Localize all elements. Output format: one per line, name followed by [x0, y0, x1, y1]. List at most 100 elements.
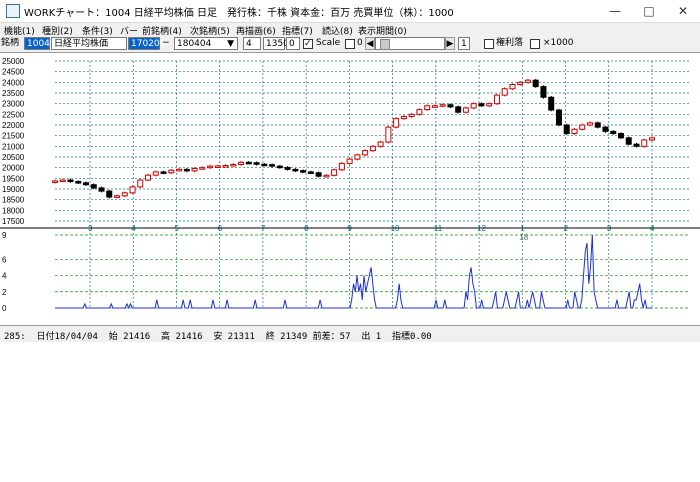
indicator-tick-label: 4	[2, 272, 7, 281]
candle-body	[594, 122, 601, 128]
candle-body	[548, 96, 555, 111]
scale-checkbox[interactable]: ✓	[303, 39, 313, 49]
chart-grid	[55, 60, 690, 308]
end-date-select[interactable]: 180404 ▼	[174, 37, 238, 50]
candle-body	[571, 128, 578, 135]
candle-body	[160, 171, 167, 174]
start-date-field[interactable]: 170208	[128, 37, 165, 50]
candle-body	[493, 94, 500, 105]
candle-body	[393, 118, 400, 128]
candle-body	[176, 168, 183, 172]
window-title: WORKチャート：1004 日経平均株価 日足 発行株：千株 資本金：百万 売買…	[24, 8, 454, 19]
chevron-down-icon: ▼	[227, 39, 234, 49]
candle-body	[447, 104, 454, 108]
price-tick-label: 24000	[2, 78, 25, 87]
candle-body	[59, 179, 66, 183]
candle-body	[408, 113, 415, 117]
status-line: 285: 日付18/04/04 始 21416 高 21416 安 21311 …	[4, 332, 432, 342]
candle-body	[67, 179, 74, 183]
candle-body	[152, 171, 159, 176]
price-tick-label: 18500	[2, 196, 25, 205]
candle-body	[579, 124, 586, 130]
price-tick-label: 23500	[2, 89, 25, 98]
candle-body	[602, 126, 609, 132]
code-label: 銘柄	[1, 38, 20, 48]
scroll-right-button[interactable]: ▶	[445, 37, 455, 50]
period-field[interactable]: 4	[243, 37, 261, 50]
candle-body	[610, 130, 617, 135]
candle-body	[331, 169, 338, 176]
check-icon: ✓	[304, 39, 312, 49]
price-tick-label: 21500	[2, 132, 25, 141]
candle-body	[300, 170, 307, 173]
maximize-button[interactable]: □	[632, 0, 666, 22]
option-checkbox[interactable]	[345, 39, 355, 49]
candle-body	[501, 88, 508, 96]
candles	[52, 78, 655, 199]
candle-body	[83, 182, 90, 186]
step-field[interactable]: 1	[458, 37, 470, 50]
candle-body	[307, 171, 314, 174]
indicator-tick-label: 9	[2, 231, 7, 240]
candle-body	[362, 150, 369, 156]
scroll-track[interactable]	[375, 37, 445, 50]
toolbar: 銘柄 1004 日経平均株価 170208 − 180404 ▼ 4 1350 0…	[0, 36, 700, 52]
candle-body	[168, 169, 175, 174]
unit-checkbox[interactable]	[530, 39, 540, 49]
candle-body	[137, 179, 144, 188]
candle-body	[238, 161, 245, 165]
candle-body	[90, 184, 97, 189]
indicator-tick-label: 0	[2, 304, 7, 313]
price-tick-label: 19500	[2, 174, 25, 183]
candle-body	[129, 186, 136, 194]
candle-body	[222, 165, 229, 168]
count-field[interactable]: 1350	[263, 37, 289, 50]
candle-body	[424, 105, 431, 111]
candle-body	[106, 190, 113, 198]
price-tick-label: 20500	[2, 153, 25, 162]
rights-adjust-checkbox[interactable]	[484, 39, 494, 49]
close-button[interactable]: ✕	[666, 0, 700, 22]
candle-body	[315, 172, 322, 177]
candle-body	[633, 143, 640, 147]
rights-adjust-label: 権利落	[496, 38, 524, 48]
candle-body	[563, 124, 570, 135]
offset-field[interactable]: 0	[286, 37, 300, 50]
candle-body	[253, 162, 260, 165]
candle-body	[517, 81, 524, 85]
scroll-thumb[interactable]	[380, 39, 390, 50]
candle-body	[292, 168, 299, 172]
scroll-left-button[interactable]: ◀	[365, 37, 375, 50]
price-tick-label: 22500	[2, 110, 25, 119]
candle-body	[400, 115, 407, 120]
price-tick-label: 25000	[2, 57, 25, 66]
stock-name-field[interactable]: 日経平均株価	[51, 37, 127, 50]
candle-body	[354, 154, 361, 160]
candle-body	[276, 165, 283, 169]
title-bar: WORKチャート：1004 日経平均株価 日足 発行株：千株 資本金：百万 売買…	[0, 0, 700, 23]
minimize-button[interactable]: —	[598, 0, 632, 22]
price-tick-label: 22000	[2, 121, 25, 130]
stock-chart[interactable]: 17500 1800018500 19000 1950020000 20500 21000…	[0, 53, 700, 325]
candle-body	[261, 163, 268, 167]
price-tick-label: 19000	[2, 185, 25, 194]
candle-body	[385, 126, 392, 143]
candle-body	[478, 103, 485, 107]
candle-body	[625, 137, 632, 145]
candle-body	[416, 109, 423, 115]
lower-panel	[0, 342, 700, 482]
price-axis-labels: 17500 1800018500 19000 1950020000 20500 21000…	[2, 57, 25, 226]
candle-body	[191, 168, 198, 172]
candle-body	[377, 141, 384, 147]
candle-body	[52, 180, 58, 183]
candle-body	[462, 107, 469, 113]
candle-body	[586, 122, 593, 126]
candle-body	[455, 106, 462, 113]
candle-body	[269, 164, 276, 167]
candle-body	[555, 109, 562, 126]
end-date-value: 180404	[177, 39, 212, 49]
indicator-line	[55, 234, 652, 310]
price-tick-label: 18000	[2, 206, 25, 215]
stock-code-field[interactable]: 1004	[24, 37, 50, 50]
candle-body	[145, 174, 152, 181]
